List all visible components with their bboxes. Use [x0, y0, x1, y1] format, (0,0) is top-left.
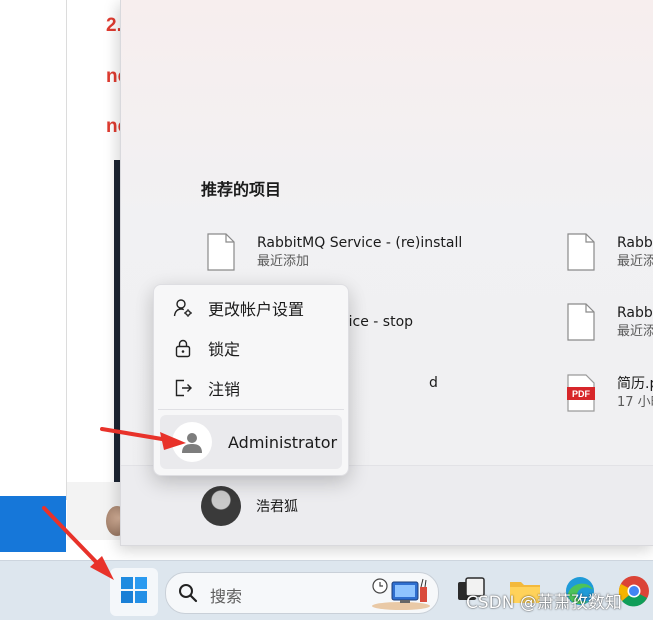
- taskbar-search-box[interactable]: 搜索: [165, 572, 439, 614]
- change-account-settings-label: 更改帐户设置: [208, 300, 305, 319]
- windows-logo-icon: [120, 576, 148, 608]
- lock-icon: [172, 337, 194, 359]
- recommended-item-subtitle: 最近添: [617, 324, 653, 339]
- administrator-label: Administrator: [228, 432, 338, 452]
- background-blue-block: [0, 496, 66, 552]
- sign-out-icon: [172, 377, 194, 399]
- search-highlight-illustration-icon: [370, 577, 432, 611]
- start-menu-footer: 浩君狐: [121, 466, 653, 545]
- account-context-menu: 更改帐户设置 锁定 注销 Administrator: [153, 284, 349, 476]
- chrome-browser-icon[interactable]: [617, 574, 651, 608]
- recommended-item-name: 简历.p: [617, 376, 653, 392]
- recommended-item-subtitle: 17 小时: [617, 395, 653, 410]
- sign-out-label: 注销: [208, 380, 241, 399]
- context-menu-divider: [158, 409, 344, 410]
- recommended-item[interactable]: Rabbi 最近添: [567, 231, 653, 273]
- pdf-icon: PDF: [567, 374, 595, 412]
- recommended-item[interactable]: RabbitMQ Service - (re)install 最近添加: [207, 231, 462, 273]
- sign-out-item[interactable]: 注销: [154, 370, 348, 406]
- taskbar: 搜索 CSDN @萧萧孜数知: [0, 560, 653, 620]
- recommended-title: 推荐的项目: [201, 180, 282, 199]
- recommended-item-name: RabbitMQ Service - (re)install: [257, 235, 463, 251]
- file-icon: [567, 233, 595, 271]
- file-icon: [567, 303, 595, 341]
- csdn-watermark: CSDN @萧萧孜数知: [466, 593, 622, 613]
- file-icon: [207, 233, 235, 271]
- lock-label: 锁定: [208, 340, 241, 359]
- lock-item[interactable]: 锁定: [154, 330, 348, 366]
- administrator-account-item[interactable]: Administrator: [160, 415, 342, 469]
- search-placeholder: 搜索: [210, 587, 243, 606]
- user-name[interactable]: 浩君狐: [256, 496, 298, 516]
- account-settings-icon: [172, 297, 194, 319]
- start-button[interactable]: [110, 568, 158, 616]
- recommended-item-subtitle: 最近添: [617, 254, 653, 269]
- user-avatar[interactable]: [201, 486, 241, 526]
- change-account-settings-item[interactable]: 更改帐户设置: [154, 290, 348, 326]
- recommended-item-name: d: [429, 375, 438, 391]
- search-icon: [178, 583, 198, 603]
- recommended-item-name: Rabbi: [617, 305, 653, 321]
- recommended-item-subtitle: 最近添加: [257, 254, 310, 269]
- recommended-item[interactable]: PDF 简历.p 17 小时: [567, 372, 653, 414]
- recommended-item-name: Rabbi: [617, 235, 653, 251]
- pdf-badge: PDF: [572, 389, 591, 399]
- background-divider: [66, 0, 67, 500]
- recommended-item[interactable]: Rabbi 最近添: [567, 301, 653, 343]
- user-avatar-icon: [172, 422, 212, 462]
